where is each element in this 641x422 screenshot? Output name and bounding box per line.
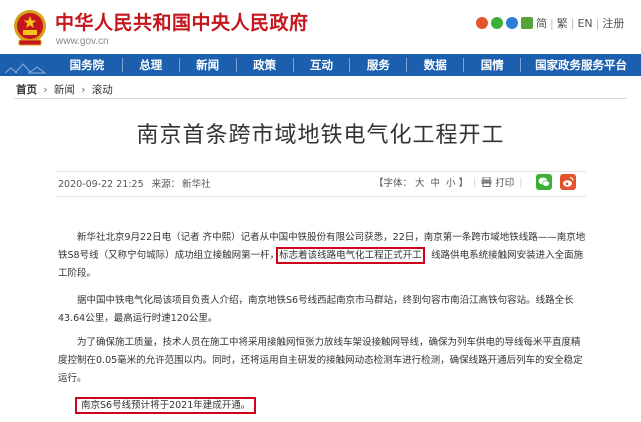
- breadcrumb-home[interactable]: 首页: [16, 84, 37, 96]
- font-size-small[interactable]: 小: [446, 175, 456, 189]
- link-separator: |: [570, 16, 575, 30]
- font-size-large[interactable]: 大: [415, 175, 425, 189]
- site-title[interactable]: 中华人民共和国中央人民政府: [55, 8, 309, 35]
- font-label: 【字体：: [374, 178, 413, 189]
- breadcrumb-news[interactable]: 新闻: [54, 84, 75, 96]
- weibo-share-icon[interactable]: [559, 174, 576, 190]
- breadcrumb-arrow-icon: ›: [81, 84, 86, 96]
- nav-item-service-platform[interactable]: 国家政务服务平台: [521, 54, 641, 76]
- nav-item-national-info[interactable]: 国情: [464, 54, 520, 76]
- paragraph-3: 为了确保施工质量，技术人员在施工中将采用接触网恒张力放线车架设接触网导线，确保为…: [58, 337, 583, 384]
- link-register[interactable]: 注册: [602, 15, 624, 31]
- link-simplified[interactable]: 简: [536, 15, 547, 31]
- nav-item-premier[interactable]: 总理: [123, 54, 179, 76]
- link-english[interactable]: EN: [577, 17, 592, 30]
- nav-item-data[interactable]: 数据: [407, 54, 463, 76]
- tool-separator: |: [519, 176, 523, 188]
- print-button[interactable]: 打印: [495, 175, 514, 189]
- breadcrumb-rolling[interactable]: 滚动: [92, 84, 113, 96]
- highlighted-text-1: 标志着该线路电气化工程正式开工: [276, 247, 425, 264]
- mobile-icon[interactable]: [521, 17, 533, 29]
- paragraph-4: 南京S6号线预计将于2021年建成开通。: [74, 397, 257, 415]
- article-title: 南京首条跨市域地铁电气化工程开工: [136, 123, 505, 148]
- meta-divider-top: [56, 171, 586, 172]
- article-tools: 【字体： 大 中 小 】 | 打印 |: [374, 174, 576, 190]
- breadcrumb: 首页 › 新闻 › 滚动: [16, 82, 113, 97]
- article-date: 2020-09-22 21:25: [58, 179, 144, 190]
- link-separator: |: [550, 16, 554, 30]
- nav-item-interaction[interactable]: 互动: [294, 54, 350, 76]
- print-icon[interactable]: [481, 177, 492, 187]
- link-separator: |: [595, 16, 600, 30]
- qq-icon[interactable]: [506, 17, 518, 29]
- article-meta: 2020-09-22 21:25 来源： 新华社: [58, 176, 219, 190]
- meta-divider-bottom: [56, 196, 586, 197]
- tool-separator: |: [473, 176, 477, 188]
- top-links: 简 | 繁 | EN | 注册: [476, 15, 624, 31]
- main-nav: 国务院 总理 新闻 政策 互动 服务 数据 国情 国家政务服务平台: [0, 54, 641, 76]
- paragraph-1: 新华社北京9月22日电（记者 齐中熙）记者从中国中铁股份有限公司获悉，22日，南…: [58, 229, 588, 283]
- site-header: 中华人民共和国中央人民政府 www.gov.cn 简 | 繁 | EN | 注册: [0, 0, 641, 54]
- nav-item-services[interactable]: 服务: [350, 54, 406, 76]
- weibo-icon[interactable]: [476, 17, 488, 29]
- highlighted-text-2: 南京S6号线预计将于2021年建成开通。: [74, 397, 257, 414]
- nav-item-state-council[interactable]: 国务院: [52, 54, 122, 76]
- nav-item-skyline: [0, 54, 52, 76]
- font-close: 】: [458, 178, 469, 189]
- national-emblem-icon[interactable]: [13, 9, 47, 47]
- breadcrumb-arrow-icon: ›: [43, 84, 48, 96]
- skyline-icon: [4, 62, 47, 73]
- wechat-share-icon[interactable]: [535, 174, 552, 190]
- link-traditional[interactable]: 繁: [557, 15, 568, 31]
- font-size-medium[interactable]: 中: [431, 175, 441, 189]
- article-source: 新华社: [182, 179, 211, 190]
- paragraph-2: 据中国中铁电气化局该项目负责人介绍，南京地铁S6号线西起南京市马群站，终到句容市…: [58, 295, 574, 324]
- nav-item-policy[interactable]: 政策: [237, 54, 293, 76]
- breadcrumb-divider: [14, 98, 627, 99]
- wechat-icon[interactable]: [491, 17, 503, 29]
- source-label: 来源：: [151, 179, 181, 190]
- site-url: www.gov.cn: [56, 36, 109, 47]
- nav-item-news[interactable]: 新闻: [180, 54, 236, 76]
